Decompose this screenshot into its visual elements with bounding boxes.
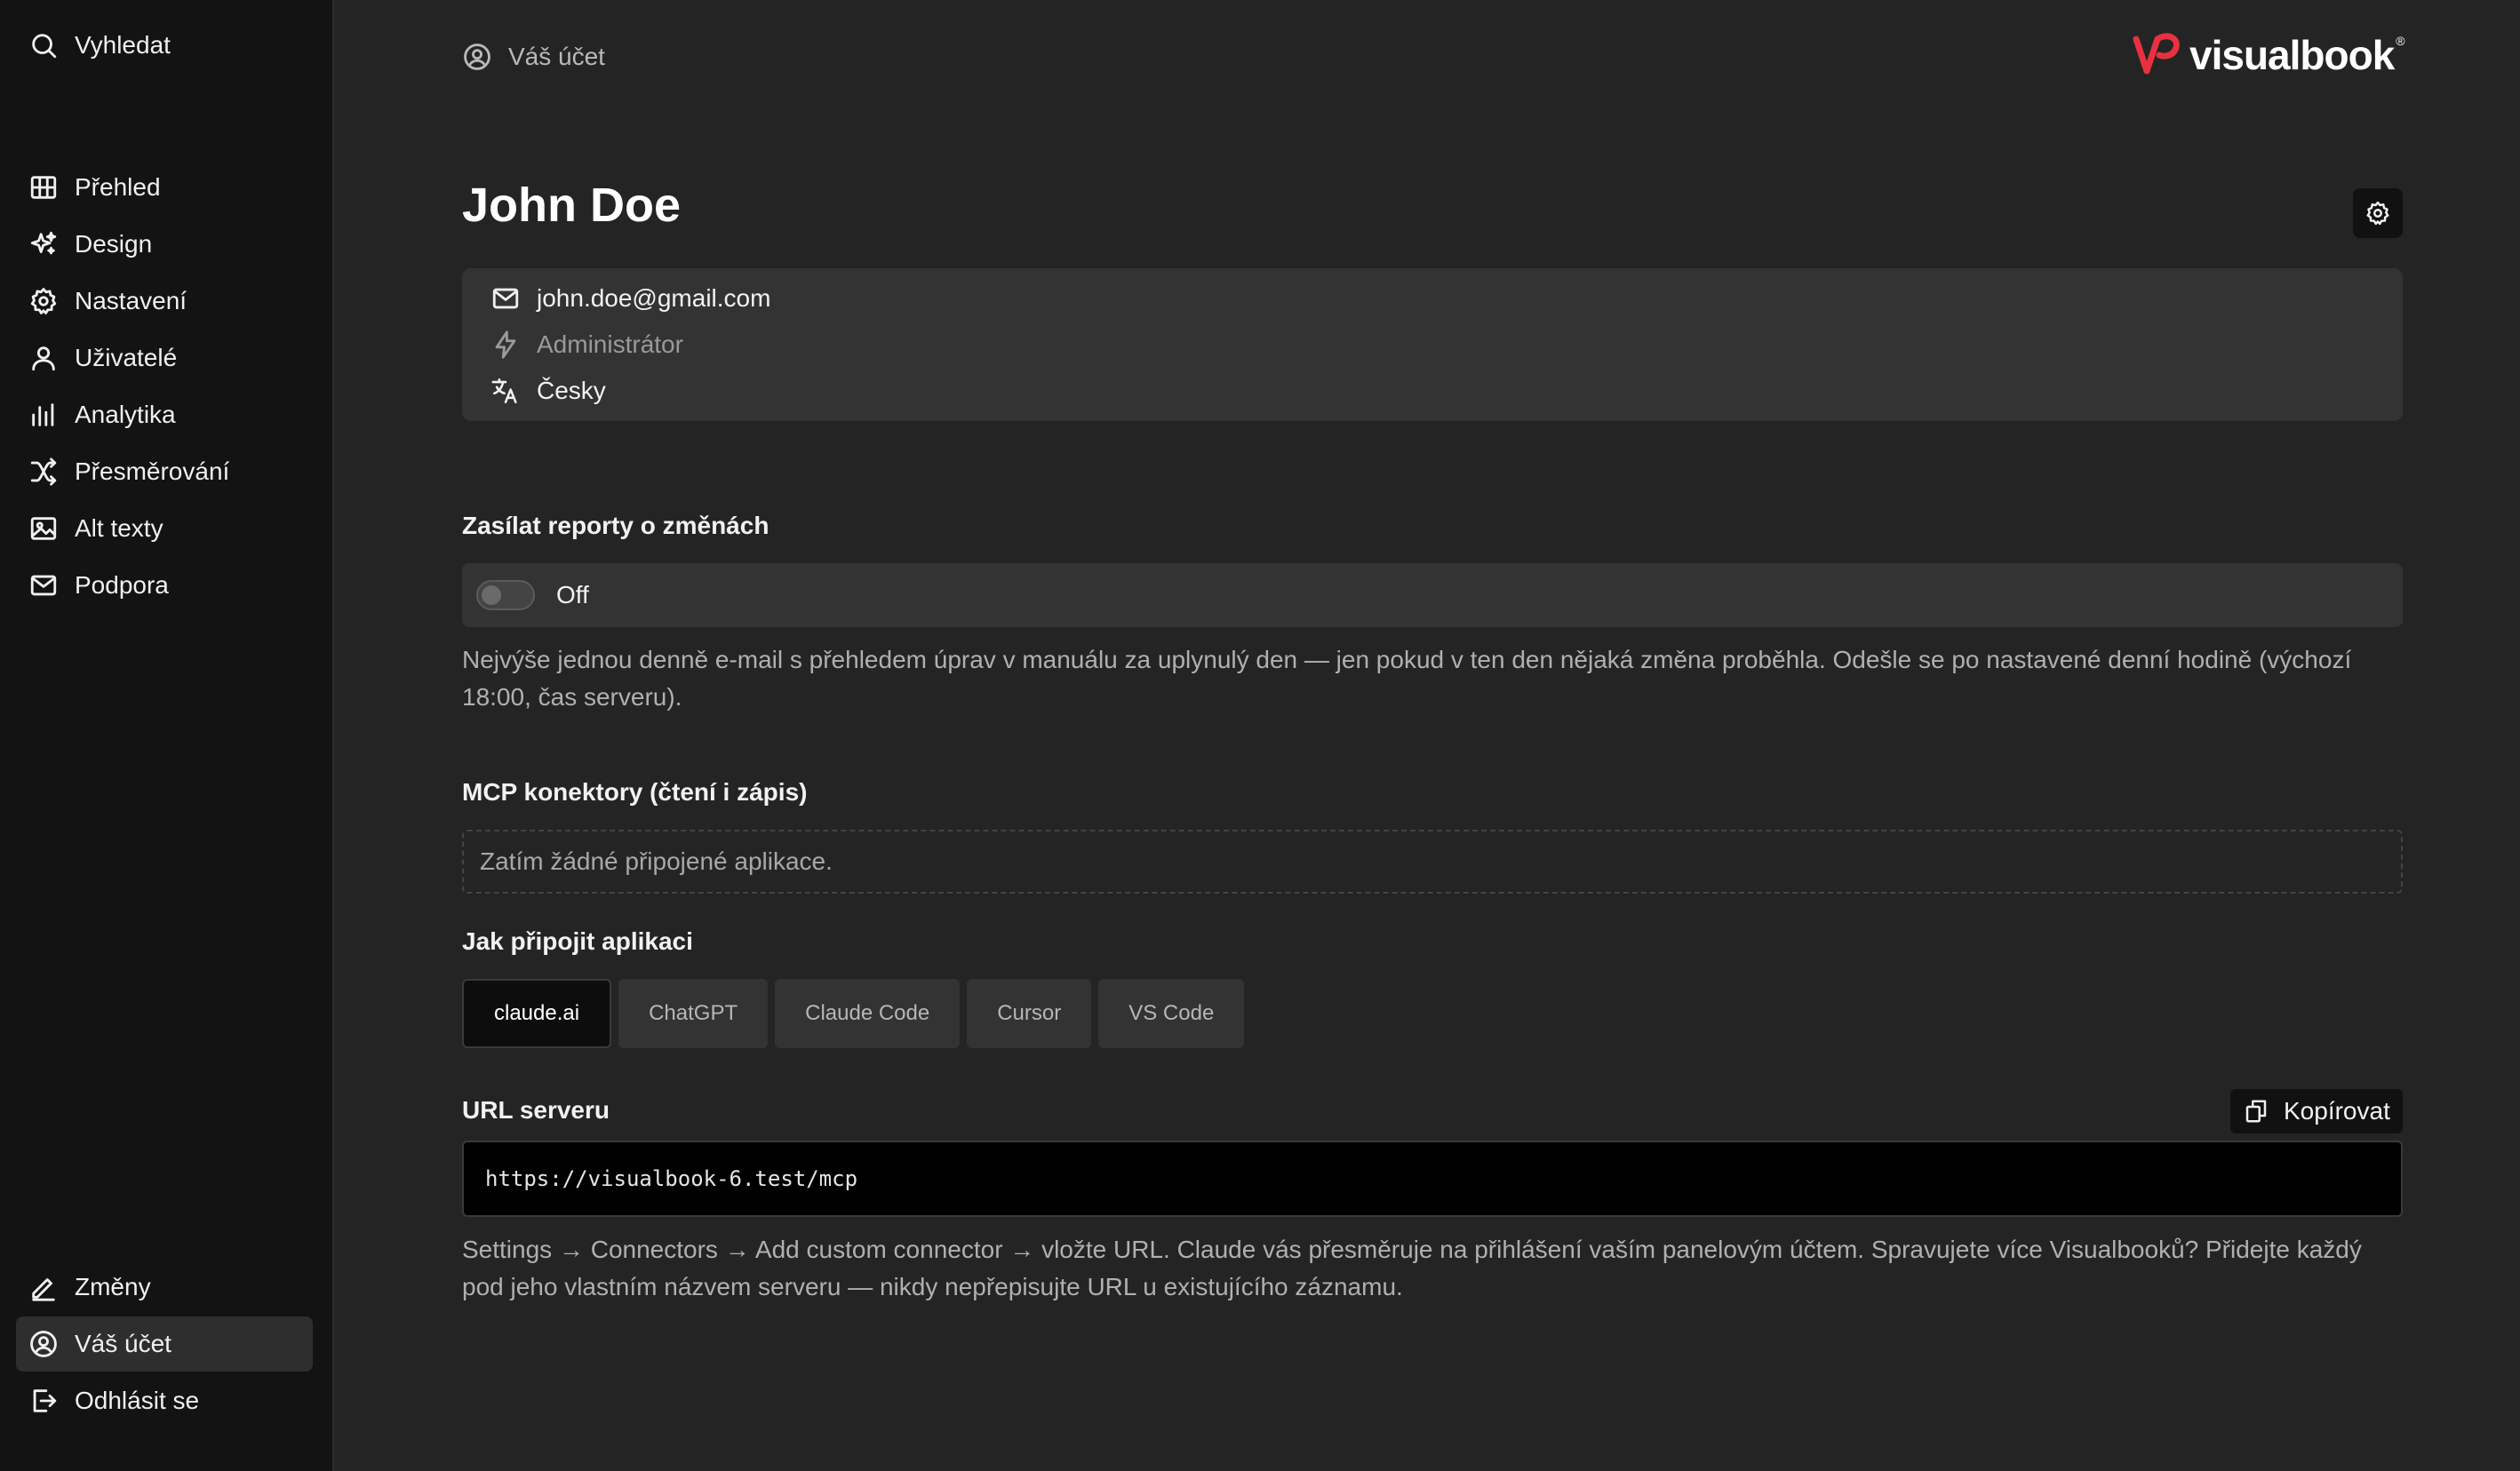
sidebar: Vyhledat Přehled Design Nastavení Uživat… [0,0,334,1471]
sidebar-item-prehled[interactable]: Přehled [16,160,313,215]
tab-cursor[interactable]: Cursor [967,979,1092,1048]
grid-icon [28,172,59,203]
sidebar-search[interactable]: Vyhledat [16,18,313,73]
reports-help-text: Nejvýše jednou denně e-mail s přehledem … [462,646,2352,711]
sidebar-item-label: Analytika [75,401,176,428]
image-icon [28,513,59,544]
mcp-empty-state: Zatím žádné připojené aplikace. [462,830,2403,894]
mail-icon [28,570,59,600]
reports-toggle-row[interactable]: Off [462,563,2403,627]
account-circle-icon [28,1329,59,1359]
logout-icon [28,1386,59,1416]
sidebar-item-uzivatele[interactable]: Uživatelé [16,330,313,386]
mcp-section-title: MCP konektory (čtení i zápis) [462,778,808,806]
app-root: Vyhledat Přehled Design Nastavení Uživat… [0,0,2520,1471]
sidebar-item-analytika[interactable]: Analytika [16,387,313,442]
logo-wordmark: visualbook [2189,32,2395,78]
sidebar-item-label: Váš účet [75,1330,171,1357]
user-icon [28,343,59,373]
sidebar-item-vas-ucet[interactable]: Váš účet [16,1316,313,1372]
tab-chatgpt[interactable]: ChatGPT [618,979,769,1048]
sidebar-item-zmeny[interactable]: Změny [16,1260,313,1315]
logo-registered-mark: ® [2396,34,2405,48]
bar-chart-icon [28,400,59,430]
toggle-knob [482,585,501,605]
sidebar-item-nastaveni[interactable]: Nastavení [16,274,313,329]
mail-icon [490,283,521,314]
tab-vs-code[interactable]: VS Code [1098,979,1245,1048]
lightning-icon [490,330,521,360]
profile-email: john.doe@gmail.com [490,281,770,316]
copy-button-label: Kopírovat [2284,1097,2390,1125]
sidebar-item-label: Podpora [75,571,169,599]
shuffle-icon [28,457,59,487]
copy-icon [2243,1098,2269,1125]
sidebar-item-label: Uživatelé [75,344,178,371]
profile-language: Česky [490,373,606,409]
gear-icon [28,286,59,316]
copy-url-button[interactable]: Kopírovat [2230,1089,2403,1133]
translate-icon [490,376,521,406]
profile-settings-button[interactable] [2353,188,2403,238]
sidebar-item-alt-texty[interactable]: Alt texty [16,501,313,556]
profile-role: Administrátor [490,327,683,362]
search-icon [28,30,59,60]
sidebar-item-label: Přesměrování [75,457,230,485]
sparkles-icon [28,229,59,259]
sidebar-item-label: Nastavení [75,287,187,314]
profile-email-value: john.doe@gmail.com [537,284,771,312]
account-circle-icon [462,42,492,72]
page-title: John Doe [462,179,682,232]
visualbook-logo[interactable]: visualbook ® [2131,28,2405,82]
tab-claude-ai[interactable]: claude.ai [462,979,612,1048]
profile-info-card: john.doe@gmail.com Administrátor Česky [462,268,2403,421]
breadcrumb: Váš účet [462,37,605,76]
reports-toggle-state: Off [556,581,589,608]
sidebar-search-label: Vyhledat [75,31,171,59]
reports-section-title: Zasílat reporty o změnách [462,512,770,539]
sidebar-item-label: Změny [75,1273,151,1300]
server-url-field[interactable]: https://visualbook-6.test/mcp [462,1141,2403,1217]
pencil-icon [28,1272,59,1302]
visualbook-logo-mark [2133,33,2180,75]
tab-claude-code[interactable]: Claude Code [775,979,961,1048]
sidebar-item-label: Alt texty [75,514,163,542]
gear-icon [2366,201,2389,226]
reports-toggle-switch[interactable] [476,580,535,610]
sidebar-item-label: Přehled [75,173,161,201]
sidebar-item-label: Odhlásit se [75,1387,200,1414]
breadcrumb-label: Váš účet [508,43,605,70]
connect-app-title: Jak připojit aplikaci [462,927,693,955]
sidebar-item-label: Design [75,230,153,258]
sidebar-item-podpora[interactable]: Podpora [16,558,313,613]
connector-instructions: Settings → Connectors → Add custom conne… [462,1236,2362,1300]
sidebar-item-odhlasit[interactable]: Odhlásit se [16,1373,313,1428]
sidebar-item-presmerovani[interactable]: Přesměrování [16,444,313,499]
profile-language-value: Česky [537,377,606,404]
server-url-label: URL serveru [462,1096,610,1124]
sidebar-item-design[interactable]: Design [16,217,313,272]
profile-role-value: Administrátor [537,330,683,358]
connect-app-tabs: claude.ai ChatGPT Claude Code Cursor VS … [462,979,1251,1048]
